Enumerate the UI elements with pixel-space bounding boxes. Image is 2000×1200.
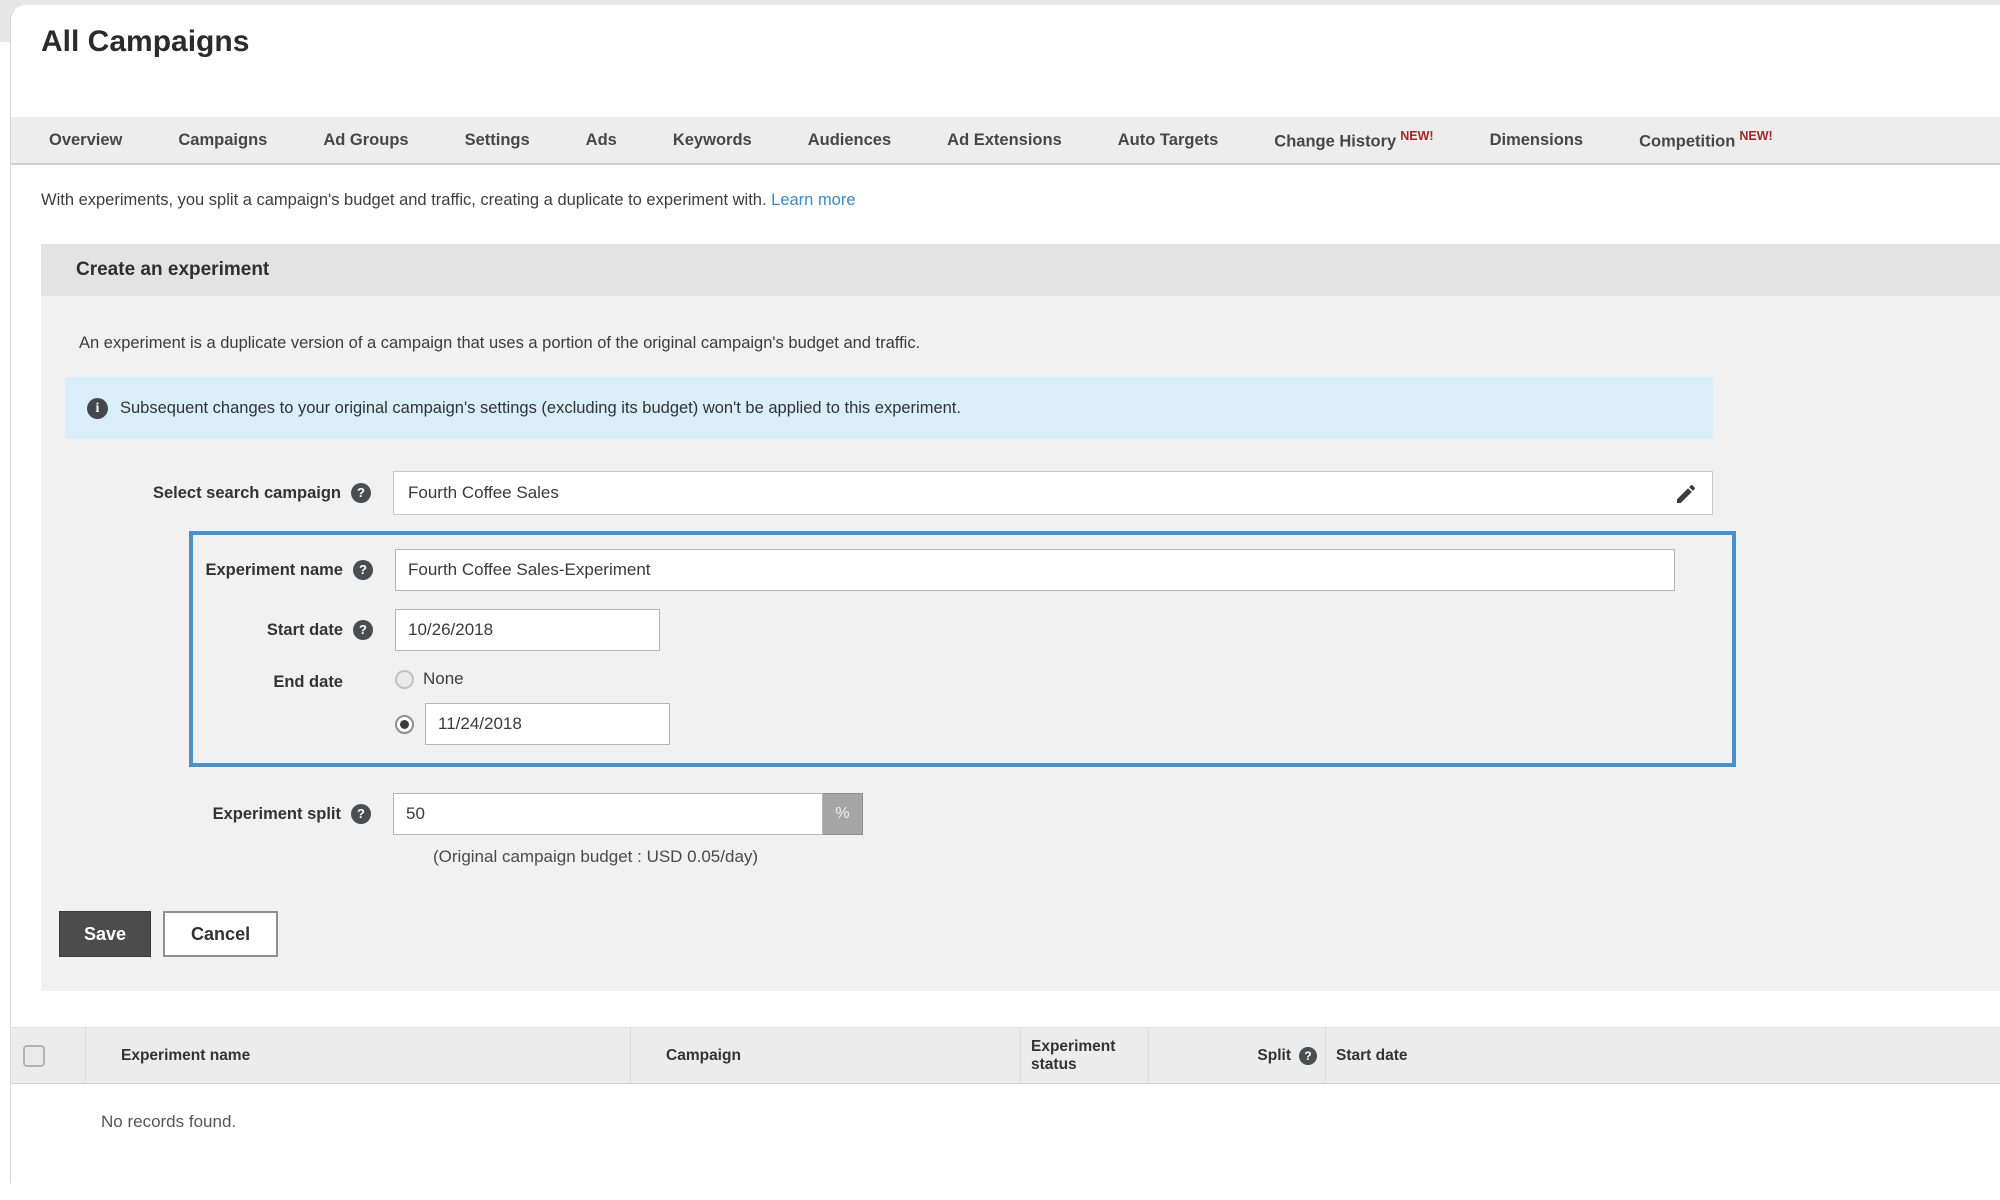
column-experiment-name[interactable]: Experiment name xyxy=(86,1028,631,1083)
edit-pencil-icon[interactable] xyxy=(1674,482,1698,506)
help-icon[interactable]: ? xyxy=(353,620,373,640)
select-all-checkbox[interactable] xyxy=(23,1044,45,1067)
end-date-none-option: None xyxy=(395,669,670,689)
content-card: All Campaigns Overview Campaigns Ad Grou… xyxy=(10,4,2000,1183)
column-campaign[interactable]: Campaign xyxy=(631,1028,1021,1083)
experiments-table: Experiment name Campaign Experiment stat… xyxy=(11,1027,2000,1174)
select-campaign-row: Select search campaign ? Fourth Coffee S… xyxy=(41,471,2000,515)
experiment-split-row: Experiment split ? % xyxy=(41,793,2000,835)
selected-campaign-value: Fourth Coffee Sales xyxy=(408,483,559,502)
panel-title: Create an experiment xyxy=(41,244,2000,296)
tab-keywords[interactable]: Keywords xyxy=(645,131,780,150)
experiment-name-input[interactable] xyxy=(395,549,1675,591)
new-badge: NEW! xyxy=(1739,128,1773,143)
tab-campaigns[interactable]: Campaigns xyxy=(150,131,295,150)
save-button[interactable]: Save xyxy=(59,911,152,957)
tab-ads[interactable]: Ads xyxy=(558,131,645,150)
tab-competition[interactable]: Competition NEW! xyxy=(1611,129,1801,152)
end-date-date-option xyxy=(395,703,670,745)
end-date-label: End date xyxy=(273,673,343,691)
help-icon[interactable]: ? xyxy=(353,560,373,580)
column-experiment-status[interactable]: Experiment status xyxy=(1021,1028,1149,1083)
select-campaign-label: Select search campaign xyxy=(152,483,341,502)
budget-note: (Original campaign budget : USD 0.05/day… xyxy=(433,847,759,866)
info-banner: i Subsequent changes to your original ca… xyxy=(65,377,1713,439)
experiment-name-row: Experiment name ? xyxy=(193,549,1732,591)
column-split[interactable]: Split ? xyxy=(1149,1028,1326,1083)
empty-table-message: No records found. xyxy=(11,1084,2000,1174)
tab-bar: Overview Campaigns Ad Groups Settings Ad… xyxy=(11,117,2000,165)
end-date-none-label: None xyxy=(423,669,464,688)
info-icon: i xyxy=(87,397,108,419)
tab-ad-groups[interactable]: Ad Groups xyxy=(295,131,436,150)
highlighted-section: Experiment name ? Start date ? End date xyxy=(189,531,1736,767)
new-badge: NEW! xyxy=(1400,128,1434,143)
percent-unit-box: % xyxy=(823,793,863,835)
help-icon[interactable]: ? xyxy=(351,483,371,503)
experiment-split-label: Experiment split xyxy=(212,804,341,823)
tab-overview[interactable]: Overview xyxy=(21,131,150,150)
page-title: All Campaigns xyxy=(41,25,250,58)
tab-ad-extensions[interactable]: Ad Extensions xyxy=(919,131,1090,150)
tab-change-history[interactable]: Change History NEW! xyxy=(1246,129,1461,152)
start-date-label: Start date xyxy=(266,620,343,639)
cancel-button[interactable]: Cancel xyxy=(163,911,279,957)
select-all-cell xyxy=(11,1028,86,1083)
radio-none-unselected[interactable] xyxy=(395,669,414,689)
tab-audiences[interactable]: Audiences xyxy=(780,131,919,150)
form-actions: Save Cancel xyxy=(59,911,2000,957)
start-date-input[interactable] xyxy=(395,609,660,651)
column-start-date[interactable]: Start date xyxy=(1326,1028,2000,1083)
table-header-row: Experiment name Campaign Experiment stat… xyxy=(11,1027,2000,1084)
selected-campaign-field[interactable]: Fourth Coffee Sales xyxy=(393,471,1713,515)
radio-date-selected[interactable] xyxy=(395,714,414,734)
end-date-row: End date None xyxy=(193,669,1732,745)
create-experiment-panel: Create an experiment An experiment is a … xyxy=(41,244,2000,991)
panel-body: An experiment is a duplicate version of … xyxy=(41,296,2000,991)
end-date-input[interactable] xyxy=(425,703,670,745)
experiments-description: With experiments, you split a campaign's… xyxy=(41,191,856,209)
panel-description: An experiment is a duplicate version of … xyxy=(79,334,921,352)
start-date-row: Start date ? xyxy=(193,609,1732,651)
help-icon[interactable]: ? xyxy=(351,804,371,824)
tab-auto-targets[interactable]: Auto Targets xyxy=(1090,131,1247,150)
help-icon[interactable]: ? xyxy=(1299,1046,1317,1065)
experiment-name-label: Experiment name xyxy=(205,560,343,579)
experiment-split-input[interactable] xyxy=(393,793,823,835)
info-banner-text: Subsequent changes to your original camp… xyxy=(120,398,961,417)
learn-more-link[interactable]: Learn more xyxy=(771,191,855,209)
tab-settings[interactable]: Settings xyxy=(437,131,558,150)
tab-dimensions[interactable]: Dimensions xyxy=(1462,131,1612,150)
